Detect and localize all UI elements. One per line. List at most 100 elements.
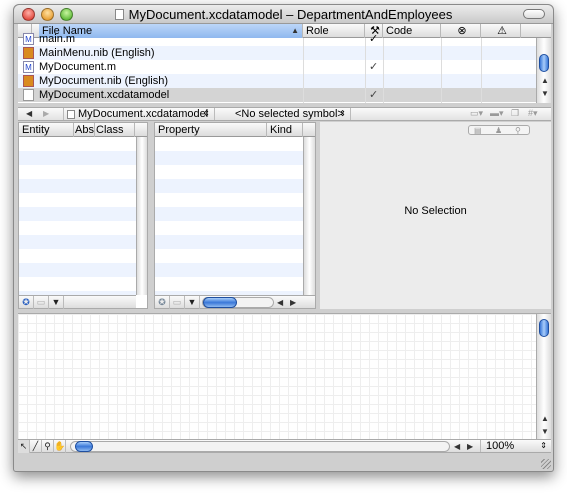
nib-icon [23, 47, 34, 59]
table-row[interactable]: MainMenu.nib (English) [18, 46, 536, 60]
property-list[interactable] [155, 137, 303, 295]
nib-icon [23, 75, 34, 87]
entity-table-header: Entity Abs Class [19, 123, 147, 137]
datamodel-icon [67, 110, 75, 119]
file-name: MyDocument.m [39, 61, 117, 73]
scroll-thumb[interactable] [539, 319, 549, 337]
column-divider [441, 38, 442, 103]
remove-property-button[interactable]: ▭ [170, 296, 185, 309]
back-arrow[interactable]: ◀ [26, 109, 32, 118]
table-row[interactable]: MyDocument.nib (English) [18, 74, 536, 88]
bookmarks-icon[interactable]: ▭▾ [470, 108, 483, 119]
inspector-mode-segments[interactable]: ▤ ♟ ⚲ [468, 125, 530, 135]
column-divider [365, 38, 366, 103]
hand-tool-icon[interactable]: ✋ [54, 440, 66, 453]
document-icon [114, 9, 124, 20]
column-kind[interactable]: Kind [267, 123, 303, 137]
window-title: MyDocument.xcdatamodel – DepartmentAndEm… [14, 7, 553, 22]
scroll-thumb[interactable] [203, 297, 237, 308]
table-row[interactable]: M MyDocument.m ✓ [18, 60, 536, 74]
m-file-icon: M [23, 33, 34, 45]
user-info-icon[interactable]: ♟ [495, 126, 502, 135]
property-toolbar: ✪ ▭ ▼ ◀ ▶ [155, 295, 315, 309]
file-name: MyDocument.xcdatamodel [39, 89, 170, 101]
scroll-up-arrow[interactable]: ▲ [541, 414, 549, 423]
scroll-left-arrow[interactable]: ◀ [454, 442, 460, 451]
remove-entity-button[interactable]: ▭ [34, 296, 49, 309]
property-hscrollbar[interactable] [202, 297, 274, 308]
scroll-left-arrow[interactable]: ◀ [277, 298, 283, 307]
resize-grip-icon[interactable] [541, 459, 551, 469]
checkmark-icon: ✓ [369, 61, 379, 73]
file-name: main.m [39, 33, 76, 45]
navigation-bar: ◀ ▶ MyDocument.xcdatamodel ⇕ <No selected… [18, 107, 551, 121]
entity-pane: Entity Abs Class ✪ ▭ ▼ [18, 122, 148, 309]
scroll-up-arrow[interactable]: ▲ [541, 76, 549, 85]
diagram-canvas[interactable]: ▲ ▼ [18, 313, 551, 440]
scroll-down-arrow[interactable]: ▼ [541, 89, 549, 98]
popup-arrows-icon: ⇕ [540, 441, 547, 450]
file-popup-label: MyDocument.xcdatamodel [78, 108, 209, 120]
diagram-vscrollbar[interactable]: ▲ ▼ [536, 314, 551, 440]
checkmark-icon: ✓ [369, 89, 379, 101]
column-label: Abs [75, 124, 94, 136]
scroll-right-arrow[interactable]: ▶ [467, 442, 473, 451]
entity-list[interactable] [19, 137, 136, 295]
magnify-tool-icon[interactable]: ⚲ [42, 440, 54, 453]
diagram-toolbar: ↖ ╱ ⚲ ✋ ◀ ▶ 100% ⇕ [18, 439, 551, 453]
diagram-hscrollbar[interactable] [70, 441, 450, 452]
scroll-right-arrow[interactable]: ▶ [290, 298, 296, 307]
pointer-tool-icon[interactable]: ↖ [18, 440, 30, 453]
wrench-icon[interactable]: ⚲ [515, 126, 521, 135]
includes-icon[interactable]: #▾ [528, 108, 538, 119]
column-divider [303, 38, 304, 103]
file-table: File Name ▲ Role ⚒ Code ⊗ ⚠ Mmain.m ✓ Main… [18, 24, 551, 103]
popup-arrows-icon: ⇕ [339, 109, 346, 118]
scroll-thumb[interactable] [75, 441, 93, 452]
symbol-popup-label: <No selected symbol> [235, 108, 344, 120]
property-menu-button[interactable]: ▼ [185, 296, 200, 309]
column-abs[interactable]: Abs [74, 123, 95, 137]
file-rows: Mmain.m ✓ MainMenu.nib (English) M MyDocum… [18, 33, 536, 103]
forward-arrow[interactable]: ▶ [43, 109, 49, 118]
property-scrollbar[interactable] [303, 137, 315, 295]
file-name: MyDocument.nib (English) [39, 75, 168, 87]
datamodel-icon [23, 89, 34, 101]
file-name: MainMenu.nib (English) [39, 47, 155, 59]
breakpoints-icon[interactable]: ▬▾ [490, 108, 504, 119]
column-label: Entity [22, 124, 50, 136]
no-selection-label: No Selection [404, 205, 467, 217]
column-label: Kind [270, 124, 293, 136]
column-property[interactable]: Property [155, 123, 267, 137]
column-entity[interactable]: Entity [19, 123, 74, 137]
scroll-thumb[interactable] [539, 54, 549, 72]
column-class[interactable]: Class [95, 123, 135, 137]
zoom-popup[interactable]: 100% ⇕ [480, 440, 551, 452]
symbol-popup[interactable]: <No selected symbol> ⇕ [215, 108, 351, 120]
window-title-text: MyDocument.xcdatamodel – DepartmentAndEm… [128, 7, 453, 22]
entity-scrollbar[interactable] [136, 137, 147, 295]
column-divider [481, 38, 482, 103]
column-divider [383, 38, 384, 103]
checkmark-icon: ✓ [369, 33, 379, 45]
table-row-selected[interactable]: MyDocument.xcdatamodel ✓ [18, 88, 536, 102]
title-bar: MyDocument.xcdatamodel – DepartmentAndEm… [14, 5, 553, 24]
toolbar-toggle-button[interactable] [523, 9, 545, 19]
entity-toolbar: ✪ ▭ ▼ [19, 295, 136, 309]
table-row[interactable]: Mmain.m ✓ [18, 32, 536, 46]
add-entity-button[interactable]: ✪ [19, 296, 34, 309]
m-file-icon: M [23, 61, 34, 73]
document-window: MyDocument.xcdatamodel – DepartmentAndEm… [13, 4, 554, 472]
property-pane: Property Kind ✪ ▭ ▼ ◀ ▶ [154, 122, 316, 309]
inspector-pane: ▤ ♟ ⚲ No Selection [320, 122, 551, 309]
popup-arrows-icon: ⇕ [203, 109, 210, 118]
general-icon[interactable]: ▤ [474, 126, 482, 135]
line-tool-icon[interactable]: ╱ [30, 440, 42, 453]
scroll-down-arrow[interactable]: ▼ [541, 427, 549, 436]
counterpart-icon[interactable]: ❐ [511, 108, 519, 119]
entity-menu-button[interactable]: ▼ [49, 296, 64, 309]
file-table-scrollbar[interactable]: ▲ ▼ [536, 38, 551, 103]
file-popup[interactable]: MyDocument.xcdatamodel ⇕ [63, 108, 215, 120]
add-property-button[interactable]: ✪ [155, 296, 170, 309]
property-table-header: Property Kind [155, 123, 315, 137]
